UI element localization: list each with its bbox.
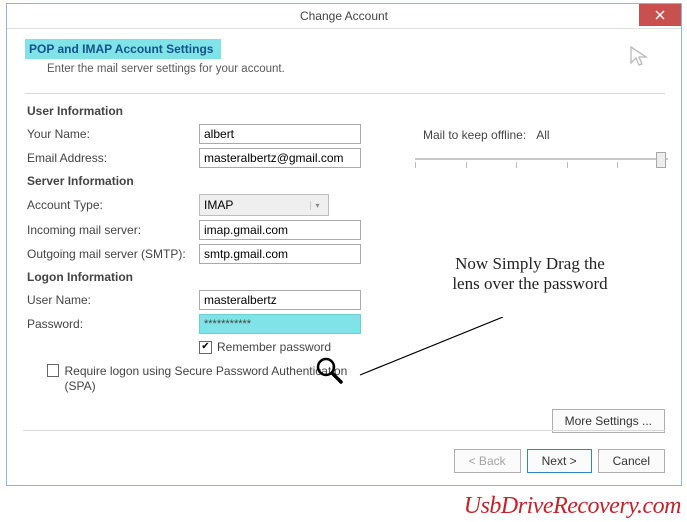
label-your-name: Your Name: bbox=[25, 127, 199, 141]
spa-label: Require logon using Secure Password Auth… bbox=[64, 364, 367, 394]
label-outgoing: Outgoing mail server (SMTP): bbox=[25, 247, 199, 261]
outgoing-server-field[interactable] bbox=[199, 244, 361, 264]
titlebar: Change Account bbox=[7, 4, 681, 29]
section-server: Server Information bbox=[27, 174, 665, 188]
account-type-combo[interactable]: IMAP ▾ bbox=[199, 194, 329, 216]
username-field[interactable] bbox=[199, 290, 361, 310]
change-account-dialog: Change Account POP and IMAP Account Sett… bbox=[6, 3, 682, 486]
title-text: Change Account bbox=[300, 9, 388, 23]
incoming-server-field[interactable] bbox=[199, 220, 361, 240]
your-name-field[interactable] bbox=[199, 124, 361, 144]
label-incoming: Incoming mail server: bbox=[25, 223, 199, 237]
footer-buttons: < Back Next > Cancel bbox=[454, 449, 665, 473]
cancel-button[interactable]: Cancel bbox=[598, 449, 665, 473]
heading-band: POP and IMAP Account Settings bbox=[25, 39, 221, 59]
label-email: Email Address: bbox=[25, 151, 199, 165]
mail-keep-slider[interactable] bbox=[415, 150, 668, 170]
remember-password-checkbox[interactable] bbox=[199, 341, 212, 354]
slider-thumb[interactable] bbox=[656, 152, 666, 168]
brand-watermark: UsbDriveRecovery.com bbox=[464, 493, 681, 520]
callout-text: Now Simply Drag the lens over the passwo… bbox=[445, 254, 615, 293]
row-password: Password: *********** bbox=[25, 314, 665, 334]
close-icon bbox=[655, 10, 665, 20]
chevron-down-icon: ▾ bbox=[310, 201, 324, 210]
password-field[interactable]: *********** bbox=[199, 314, 361, 334]
remember-password-label: Remember password bbox=[217, 340, 331, 354]
row-incoming: Incoming mail server: bbox=[25, 220, 665, 240]
spa-row[interactable]: Require logon using Secure Password Auth… bbox=[47, 364, 367, 394]
heading-sub: Enter the mail server settings for your … bbox=[47, 63, 665, 75]
section-user: User Information bbox=[27, 104, 665, 118]
remember-password-row[interactable]: Remember password bbox=[199, 340, 665, 354]
dialog-content: POP and IMAP Account Settings Enter the … bbox=[7, 29, 681, 485]
cursor-icon bbox=[627, 45, 651, 69]
label-username: User Name: bbox=[25, 293, 199, 307]
mail-keep-label: Mail to keep offline: All bbox=[423, 128, 550, 142]
label-password: Password: bbox=[25, 317, 199, 331]
divider bbox=[25, 93, 665, 94]
row-account-type: Account Type: IMAP ▾ bbox=[25, 194, 665, 216]
row-your-name: Your Name: bbox=[25, 124, 665, 144]
close-button[interactable] bbox=[639, 4, 681, 26]
label-account-type: Account Type: bbox=[25, 198, 199, 212]
account-type-value: IMAP bbox=[204, 198, 233, 212]
form-area: User Information Your Name: Email Addres… bbox=[25, 104, 665, 394]
spa-checkbox[interactable] bbox=[47, 364, 59, 377]
email-field[interactable] bbox=[199, 148, 361, 168]
next-button[interactable]: Next > bbox=[527, 449, 592, 473]
footer-divider bbox=[23, 430, 665, 431]
back-button[interactable]: < Back bbox=[454, 449, 521, 473]
